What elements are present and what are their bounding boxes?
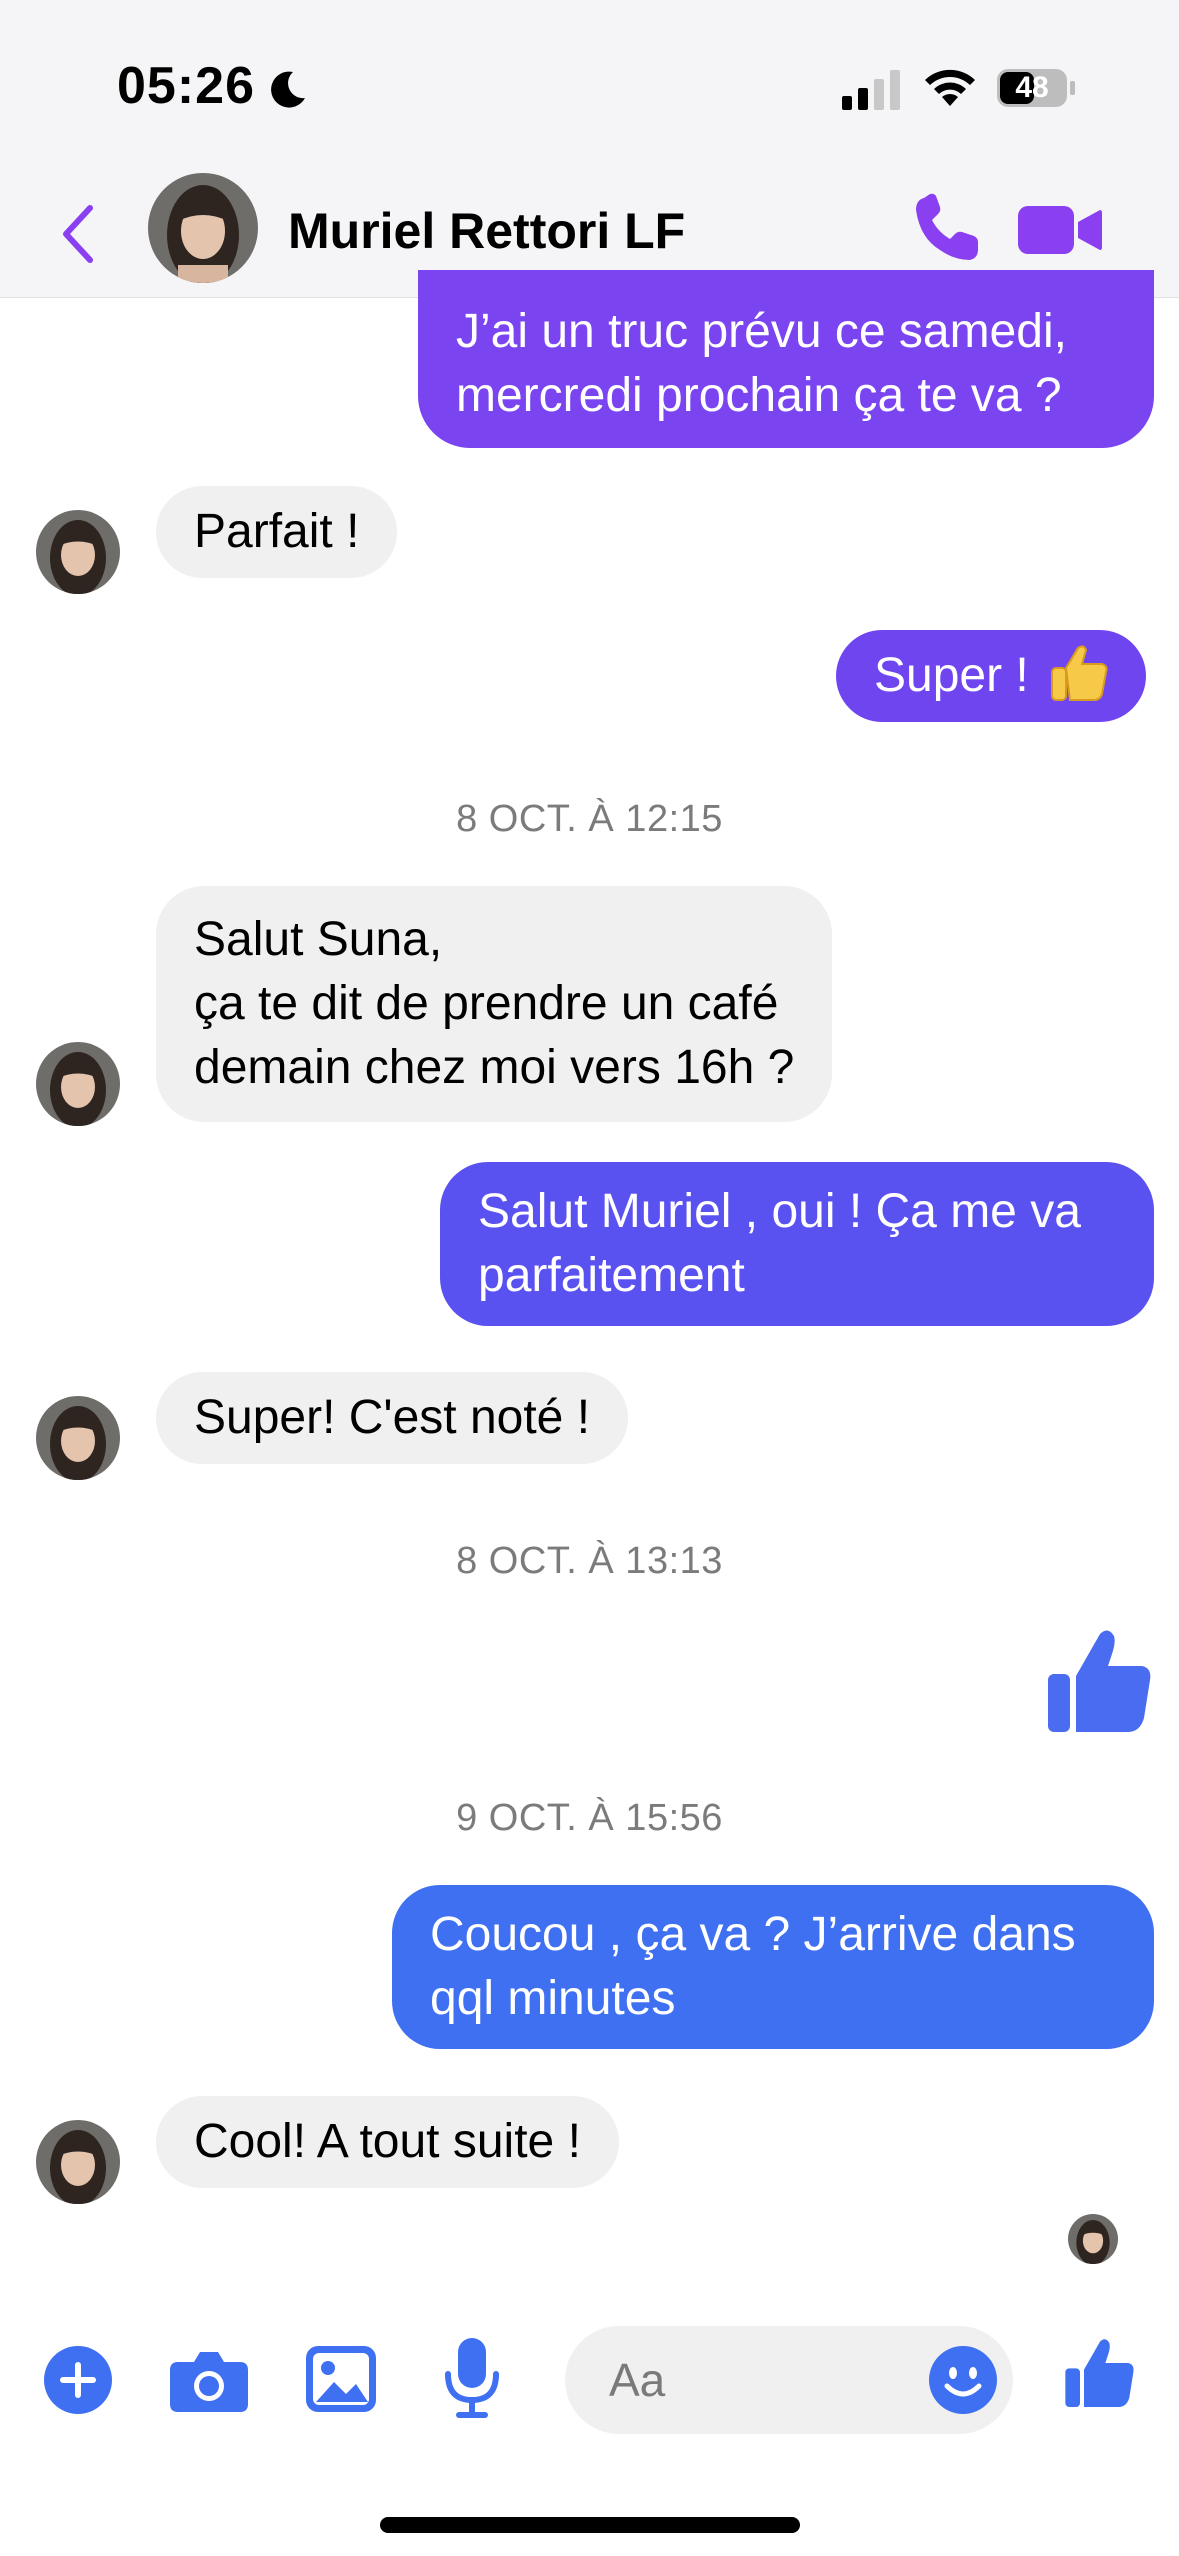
message-text: parfaitement xyxy=(478,1249,745,1302)
home-indicator xyxy=(380,2517,800,2533)
cellular-signal-icon xyxy=(842,70,900,110)
thumbs-up-icon[interactable] xyxy=(1064,2336,1136,2410)
contact-name[interactable]: Muriel Rettori LF xyxy=(288,202,685,260)
incoming-message-bubble[interactable]: Salut Suna, ça te dit de prendre un café… xyxy=(156,886,833,1122)
status-bar: 05:26 48 xyxy=(0,0,1179,170)
message-text: Cool! A tout suite ! xyxy=(194,2115,581,2168)
outgoing-message-bubble[interactable]: J’ai un truc prévu ce samedi, mercredi p… xyxy=(418,270,1154,448)
message-text: mercredi prochain ça te va ? xyxy=(456,369,1062,422)
message-text: qql minutes xyxy=(430,1972,676,2025)
outgoing-message-bubble[interactable]: Salut Muriel , oui ! Ça me va parfaiteme… xyxy=(440,1162,1154,1326)
smiley-icon[interactable] xyxy=(929,2346,997,2414)
timestamp-divider: 8 OCT. À 13:13 xyxy=(456,1540,723,1582)
battery-indicator: 48 xyxy=(996,66,1078,110)
thumbs-up-icon[interactable] xyxy=(1046,1626,1154,1736)
message-text: Salut Muriel , oui ! Ça me va xyxy=(478,1185,1081,1238)
message-text: J’ai un truc prévu ce samedi, xyxy=(456,305,1067,358)
camera-icon[interactable] xyxy=(170,2348,248,2412)
sender-avatar[interactable] xyxy=(36,510,120,594)
message-input-field[interactable] xyxy=(565,2326,1013,2434)
message-text: demain chez moi vers 16h ? xyxy=(194,1041,795,1094)
chevron-left-icon xyxy=(63,205,93,263)
video-camera-icon[interactable] xyxy=(1018,198,1102,260)
wifi-icon xyxy=(925,69,975,106)
sender-avatar[interactable] xyxy=(36,1396,120,1480)
read-receipt-avatar xyxy=(1068,2214,1118,2264)
message-text: Coucou , ça va ? J’arrive dans xyxy=(430,1908,1076,1961)
thumbs-up-emoji-icon xyxy=(1051,645,1108,702)
message-text: Super ! xyxy=(874,649,1029,702)
message-text: Salut Suna, xyxy=(194,913,443,966)
incoming-message-bubble[interactable]: Parfait ! xyxy=(156,486,398,578)
back-button[interactable] xyxy=(48,194,108,274)
battery-level: 48 xyxy=(1015,71,1049,104)
sender-avatar[interactable] xyxy=(36,2120,120,2204)
contact-avatar[interactable] xyxy=(148,173,258,283)
message-text: Super! C'est noté ! xyxy=(194,1391,591,1444)
sender-avatar[interactable] xyxy=(36,1042,120,1126)
moon-icon xyxy=(271,71,305,108)
message-composer xyxy=(0,2290,1179,2470)
timestamp-divider: 8 OCT. À 12:15 xyxy=(456,798,723,840)
timestamp-divider: 9 OCT. À 15:56 xyxy=(456,1797,723,1839)
message-input[interactable] xyxy=(609,2350,909,2410)
outgoing-message-bubble[interactable]: Coucou , ça va ? J’arrive dans qql minut… xyxy=(392,1885,1154,2049)
plus-icon[interactable] xyxy=(44,2346,112,2414)
incoming-message-bubble[interactable]: Super! C'est noté ! xyxy=(156,1372,629,1464)
microphone-icon[interactable] xyxy=(444,2338,500,2420)
status-time: 05:26 xyxy=(117,57,255,115)
outgoing-message-bubble[interactable]: Super ! xyxy=(836,630,1147,722)
message-text: Parfait ! xyxy=(194,505,360,558)
phone-icon[interactable] xyxy=(910,192,984,266)
incoming-message-bubble[interactable]: Cool! A tout suite ! xyxy=(156,2096,619,2188)
image-icon[interactable] xyxy=(306,2346,376,2412)
message-text: ça te dit de prendre un café xyxy=(194,977,779,1030)
